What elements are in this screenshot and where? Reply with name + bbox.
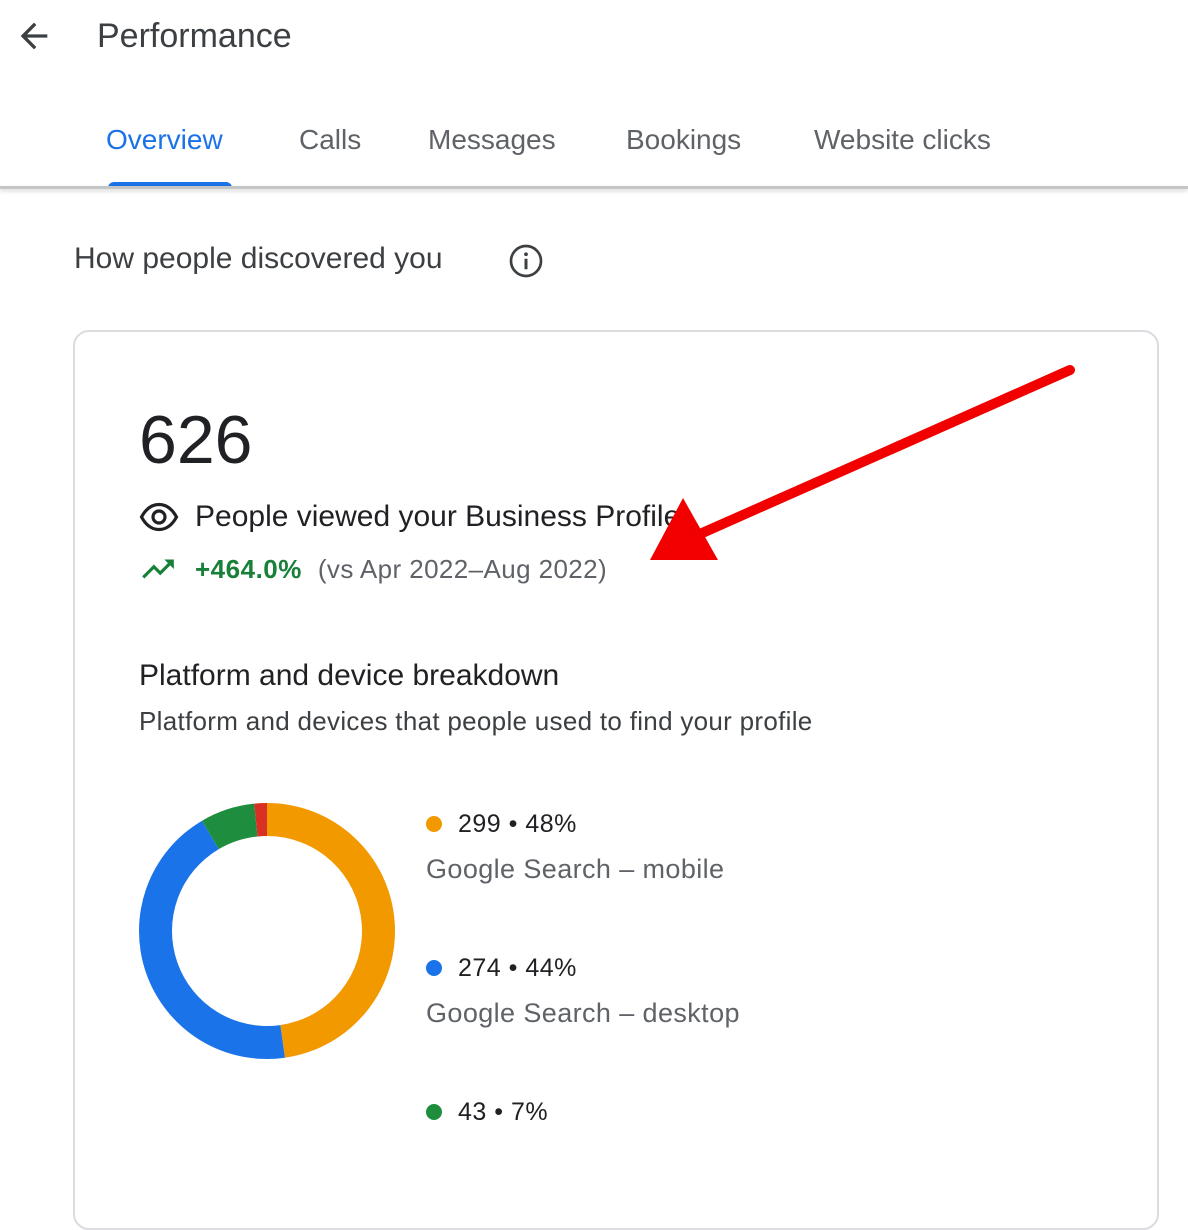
legend-label: Google Search – desktop xyxy=(426,998,740,1028)
total-views-count: 626 xyxy=(139,402,253,478)
section-title: How people discovered you xyxy=(74,242,443,275)
tab-messages[interactable]: Messages xyxy=(428,120,556,160)
legend-dot xyxy=(426,960,442,976)
info-button[interactable] xyxy=(508,243,544,279)
legend-dot xyxy=(426,816,442,832)
legend-item-desktop: 274 • 44% Google Search – desktop xyxy=(426,950,740,1029)
info-icon xyxy=(509,244,543,278)
donut-slice xyxy=(138,820,285,1059)
donut-slice xyxy=(267,803,395,1058)
legend-item-mobile: 299 • 48% Google Search – mobile xyxy=(426,806,724,885)
tab-overview[interactable]: Overview xyxy=(106,120,223,160)
tab-calls[interactable]: Calls xyxy=(299,120,361,160)
tab-website-clicks[interactable]: Website clicks xyxy=(814,120,991,160)
trend-row: +464.0% (vs Apr 2022–Aug 2022) xyxy=(139,548,607,590)
eye-icon xyxy=(139,502,179,532)
breakdown-subtitle: Platform and devices that people used to… xyxy=(139,706,813,736)
trend-percentage: +464.0% xyxy=(195,553,302,584)
legend-item-third: 43 • 7% xyxy=(426,1094,548,1130)
platform-donut-chart xyxy=(138,803,395,1059)
views-label: People viewed your Business Profile xyxy=(195,500,681,533)
arrow-back-icon xyxy=(20,22,48,50)
legend-dot xyxy=(426,1104,442,1120)
top-bar-divider xyxy=(0,186,1188,189)
trending-up-icon xyxy=(142,559,174,579)
legend-value: 274 • 44% xyxy=(458,953,577,982)
views-row: People viewed your Business Profile xyxy=(139,496,680,538)
legend-value: 299 • 48% xyxy=(458,809,577,838)
breakdown-title: Platform and device breakdown xyxy=(139,659,560,692)
trend-comparison-period: (vs Apr 2022–Aug 2022) xyxy=(317,553,608,584)
legend-value: 43 • 7% xyxy=(458,1097,549,1126)
tab-bookings[interactable]: Bookings xyxy=(626,120,741,160)
legend-label: Google Search – mobile xyxy=(426,854,725,884)
page-title: Performance xyxy=(97,17,292,55)
tab-bar: Overview Calls Messages Bookings Website… xyxy=(0,100,1188,188)
back-button[interactable] xyxy=(12,14,56,58)
top-app-bar: Performance Overview Calls Messages Book… xyxy=(0,0,1188,190)
